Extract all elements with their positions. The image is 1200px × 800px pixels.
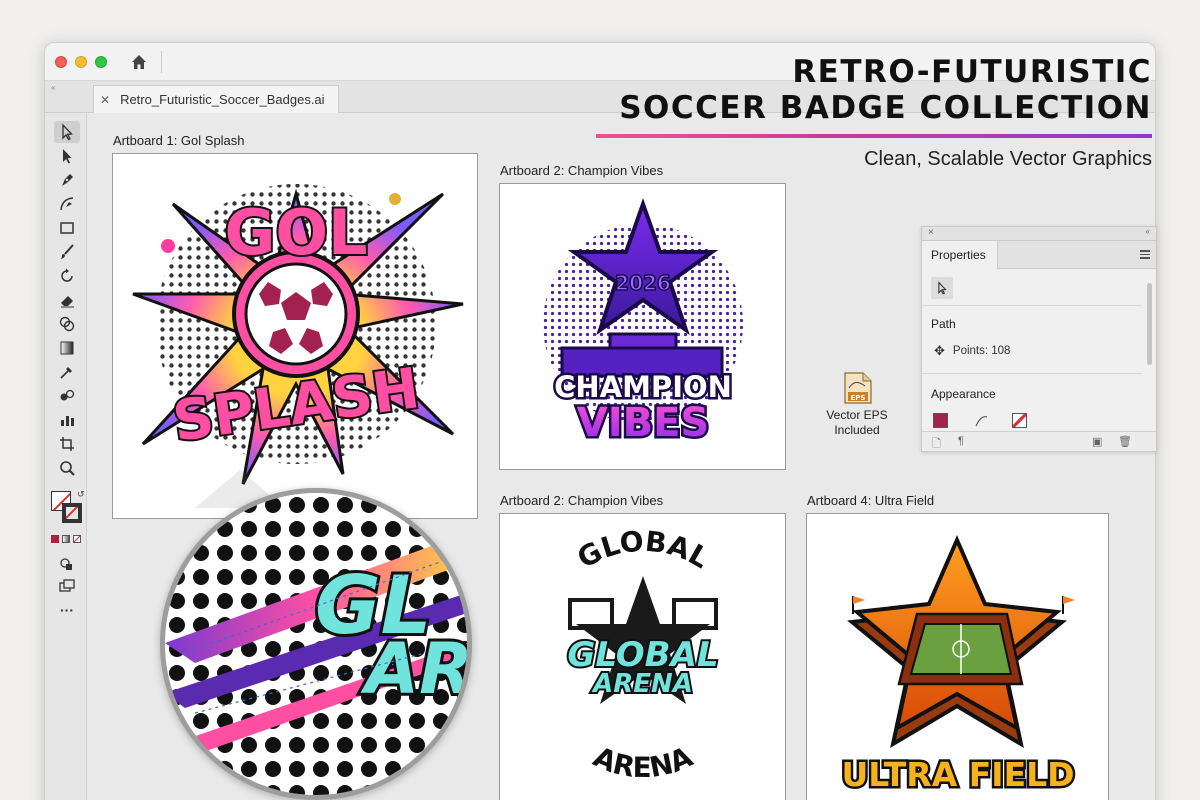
divider	[161, 51, 162, 73]
panel-header: × «	[922, 227, 1156, 241]
divider	[922, 305, 1142, 306]
paintbrush-tool-icon[interactable]	[54, 241, 80, 263]
shape-builder-tool-icon[interactable]	[54, 313, 80, 335]
magnified-artwork: GL AR	[165, 493, 467, 795]
artboard-champion-vibes[interactable]: 2026 CHAMPION VIBES	[499, 183, 786, 470]
collapse-panel-icon[interactable]: «	[1146, 227, 1150, 236]
home-icon[interactable]	[129, 52, 149, 72]
tab-properties[interactable]: Properties	[922, 241, 998, 269]
gol-splash-badge: GOL SPLASH	[132, 184, 464, 485]
collection-heading: RETRO-FUTURISTIC SOCCER BADGE COLLECTION	[596, 54, 1152, 138]
arena-arc-text: ARENA	[589, 740, 698, 784]
selection-tool-icon[interactable]	[54, 121, 80, 143]
magnified-ar-text: AR	[360, 628, 467, 710]
move-icon: ✥	[934, 343, 945, 358]
collection-subtitle: Clean, Scalable Vector Graphics	[864, 148, 1152, 170]
artboard-tool-icon[interactable]	[54, 433, 80, 455]
zoom-window-button[interactable]	[95, 56, 107, 68]
eraser-tool-icon[interactable]	[54, 289, 80, 311]
artboard-gol-splash[interactable]: GOL SPLASH	[112, 153, 478, 519]
trash-icon[interactable]: 🗑	[1118, 435, 1132, 448]
document-tab[interactable]: ✕ Retro_Futuristic_Soccer_Badges.ai	[93, 85, 339, 113]
panel-footer: 🗋 ¶ ▣ 🗑	[922, 431, 1156, 451]
document-tab-label: Retro_Futuristic_Soccer_Badges.ai	[120, 92, 325, 107]
rotate-tool-icon[interactable]	[54, 265, 80, 287]
champion-vibes-badge: 2026 CHAMPION VIBES	[543, 198, 743, 449]
artboard-ultra-field[interactable]: ULTRA FIELD	[806, 513, 1109, 800]
screen-mode-icon[interactable]	[54, 575, 80, 597]
properties-panel: × « Properties Path ✥ Points: 108 Appear…	[921, 226, 1157, 452]
panel-scrollbar[interactable]	[1147, 283, 1152, 365]
panel-tab-row: Properties	[922, 241, 1156, 269]
heading-underline	[596, 134, 1152, 138]
zoom-tool-icon[interactable]	[54, 457, 80, 479]
direct-selection-tool-icon[interactable]	[54, 145, 80, 167]
points-value: Points: 108	[952, 345, 1011, 357]
selection-tool-icon[interactable]	[931, 277, 953, 299]
graph-tool-icon[interactable]	[54, 409, 80, 431]
paragraph-icon[interactable]: ¶	[958, 435, 964, 447]
ultra-field-badge: ULTRA FIELD	[839, 535, 1077, 797]
close-panel-icon[interactable]: ×	[928, 227, 934, 238]
color-mode-icon[interactable]	[51, 535, 59, 543]
zoom-detail-magnifier: GL AR	[160, 488, 472, 800]
close-tab-icon[interactable]: ✕	[100, 93, 110, 107]
gradient-tool-icon[interactable]	[54, 337, 80, 359]
divider	[922, 373, 1142, 374]
artboard-4-label[interactable]: Artboard 4: Ultra Field	[807, 493, 934, 508]
eps-line-1: Vector EPS	[826, 408, 888, 422]
fill-stroke-widget[interactable]: ↺	[49, 489, 85, 531]
heading-line-2: SOCCER BADGE COLLECTION	[619, 90, 1152, 126]
heading-line-1: RETRO-FUTURISTIC	[792, 54, 1152, 90]
vibes-text: VIBES	[577, 400, 709, 446]
layer-icon[interactable]: ▣	[1092, 435, 1102, 448]
artboard-3-label[interactable]: Artboard 2: Champion Vibes	[500, 493, 663, 508]
gol-text: GOL	[224, 196, 367, 269]
fill-color-swatch[interactable]	[933, 413, 948, 428]
artboard-1-label[interactable]: Artboard 1: Gol Splash	[113, 133, 245, 148]
gradient-mode-icon[interactable]	[62, 535, 70, 543]
blend-tool-icon[interactable]	[54, 385, 80, 407]
new-doc-icon[interactable]: 🗋	[932, 435, 941, 454]
eps-included-badge: EPS Vector EPS Included	[822, 372, 892, 438]
champion-text: CHAMPION	[554, 370, 732, 404]
color-mode-row	[51, 535, 81, 543]
pen-tool-icon[interactable]	[54, 169, 80, 191]
panel-menu-icon[interactable]	[1140, 250, 1150, 261]
eyedropper-tool-icon[interactable]	[54, 361, 80, 383]
global-arc-text: GLOBAL	[572, 524, 715, 575]
points-readout: ✥ Points: 108	[934, 343, 1010, 359]
year-text: 2026	[615, 271, 671, 295]
stroke-none-swatch[interactable]	[1012, 413, 1027, 428]
appearance-section-title: Appearance	[931, 387, 996, 401]
more-tools-icon[interactable]: ···	[54, 599, 80, 621]
minimize-window-button[interactable]	[75, 56, 87, 68]
eps-file-icon: EPS	[844, 372, 872, 404]
collapse-icon[interactable]: «	[51, 83, 56, 92]
artboard-2-label[interactable]: Artboard 2: Champion Vibes	[500, 163, 663, 178]
curvature-tool-icon[interactable]	[54, 193, 80, 215]
rectangle-tool-icon[interactable]	[54, 217, 80, 239]
stroke-swatch[interactable]	[62, 503, 82, 523]
stroke-style-icon[interactable]	[974, 413, 989, 428]
draw-mode-icon[interactable]	[54, 553, 80, 575]
eps-line-2: Included	[834, 423, 880, 437]
ultra-field-text: ULTRA FIELD	[841, 755, 1074, 794]
svg-text:EPS: EPS	[851, 394, 866, 402]
close-window-button[interactable]	[55, 56, 67, 68]
arena-text: ARENA	[591, 669, 693, 699]
swap-icon[interactable]: ↺	[77, 489, 85, 500]
global-arena-badge: GLOBAL ARENA GLOBAL ARENA	[565, 524, 720, 784]
tools-panel: ↺ ···	[45, 113, 87, 800]
path-section-title: Path	[931, 317, 956, 331]
none-mode-icon[interactable]	[73, 535, 81, 543]
artboard-global-arena[interactable]: GLOBAL ARENA GLOBAL ARENA	[499, 513, 786, 800]
